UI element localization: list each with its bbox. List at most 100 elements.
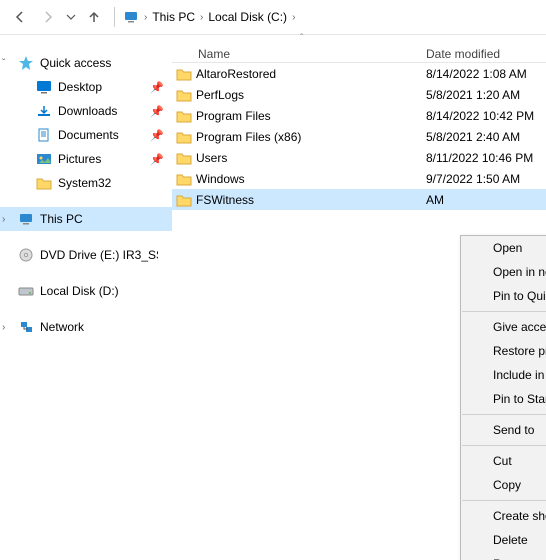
menu-label: Copy [493,478,521,492]
file-date: AM [426,193,444,207]
label: Quick access [40,56,111,70]
menu-item[interactable]: Give access to› [461,315,546,339]
menu-separator [462,445,546,446]
menu-item[interactable]: Include in library› [461,363,546,387]
column-name[interactable]: Name [172,47,426,61]
menu-item[interactable]: Pin to Start [461,387,546,411]
column-header[interactable]: ˆ Name Date modified [172,35,546,63]
menu-label: Pin to Start [493,392,546,406]
folder-icon [36,176,52,190]
label: Network [40,320,84,334]
file-name: PerfLogs [196,88,426,102]
menu-label: Cut [493,454,512,468]
forward-button[interactable] [36,5,60,29]
menu-separator [462,500,546,501]
expand-icon[interactable]: › [2,322,5,333]
label: Desktop [58,80,102,94]
pin-icon: 📌 [150,153,164,166]
table-row[interactable]: FSWitnessAM [172,189,546,210]
menu-item[interactable]: Open [461,236,546,260]
file-name: FSWitness [196,193,426,207]
disc-icon [18,248,34,262]
menu-label: Delete [493,533,528,547]
up-button[interactable] [82,5,106,29]
sidebar-local-disk[interactable]: Local Disk (D:) [0,279,172,303]
folder-icon [172,151,196,165]
sort-indicator-icon: ˆ [300,33,303,44]
menu-item[interactable]: Copy [461,473,546,497]
label: This PC [40,212,83,226]
sidebar-item-desktop[interactable]: Desktop 📌 [0,75,172,99]
menu-item[interactable]: Open in new window [461,260,546,284]
pin-icon: 📌 [150,105,164,118]
file-date: 5/8/2021 1:20 AM [426,88,520,102]
file-date: 8/14/2022 1:08 AM [426,67,527,81]
expand-icon[interactable]: ˇ [2,58,5,69]
label: Downloads [58,104,117,118]
table-row[interactable]: Windows9/7/2022 1:50 AM [172,168,546,189]
file-name: Users [196,151,426,165]
pc-icon [18,212,34,226]
sidebar-dvd-drive[interactable]: DVD Drive (E:) IR3_SSS [0,243,172,267]
column-date[interactable]: Date modified [426,47,500,61]
table-row[interactable]: Users8/11/2022 10:46 PM [172,147,546,168]
separator [114,7,115,27]
label: Documents [58,128,119,142]
desktop-icon [36,80,52,94]
label: Local Disk (D:) [40,284,119,298]
menu-label: Restore previous versions [493,344,546,358]
crumb-this-pc[interactable]: This PC [152,10,195,24]
recent-button[interactable] [64,5,78,29]
pin-icon: 📌 [150,81,164,94]
star-icon [18,55,34,71]
sidebar-item-pictures[interactable]: Pictures 📌 [0,147,172,171]
drive-icon [18,284,34,298]
breadcrumb[interactable]: › This PC › Local Disk (C:) › [123,9,298,25]
menu-item[interactable]: Send to› [461,418,546,442]
menu-item[interactable]: Pin to Quick access [461,284,546,308]
menu-separator [462,311,546,312]
file-date: 8/11/2022 10:46 PM [426,151,533,165]
label: Pictures [58,152,101,166]
file-name: Program Files [196,109,426,123]
file-name: AltaroRestored [196,67,426,81]
chevron-icon: › [197,12,206,23]
sidebar-item-documents[interactable]: Documents 📌 [0,123,172,147]
pin-icon: 📌 [150,129,164,142]
address-bar: › This PC › Local Disk (C:) › [0,0,546,34]
documents-icon [36,128,52,142]
label: System32 [58,176,111,190]
menu-item[interactable]: Rename [461,552,546,560]
folder-icon [172,88,196,102]
menu-label: Include in library [493,368,546,382]
file-date: 5/8/2021 2:40 AM [426,130,520,144]
sidebar-quick-access[interactable]: ˇ Quick access [0,51,172,75]
nav-pane: ˇ Quick access Desktop 📌 Downloads 📌 Doc… [0,35,172,560]
context-menu: OpenOpen in new window Pin to Quick acces… [460,235,546,560]
pictures-icon [36,152,52,166]
crumb-local-disk[interactable]: Local Disk (C:) [208,10,287,24]
menu-label: Pin to Quick access [493,289,546,303]
back-button[interactable] [8,5,32,29]
folder-icon [172,67,196,81]
menu-item[interactable]: Cut [461,449,546,473]
expand-icon[interactable]: › [2,214,5,225]
sidebar-item-downloads[interactable]: Downloads 📌 [0,99,172,123]
menu-label: Give access to [493,320,546,334]
sidebar-network[interactable]: › Network [0,315,172,339]
menu-item[interactable]: Delete [461,528,546,552]
menu-item[interactable]: Create shortcut [461,504,546,528]
table-row[interactable]: PerfLogs5/8/2021 1:20 AM [172,84,546,105]
folder-icon [172,193,196,207]
menu-item[interactable]: Restore previous versions [461,339,546,363]
table-row[interactable]: Program Files8/14/2022 10:42 PM [172,105,546,126]
folder-icon [172,172,196,186]
table-row[interactable]: Program Files (x86)5/8/2021 2:40 AM [172,126,546,147]
menu-separator [462,414,546,415]
network-icon [18,320,34,334]
label: DVD Drive (E:) IR3_SSS [40,248,158,262]
file-name: Program Files (x86) [196,130,426,144]
sidebar-item-system32[interactable]: System32 [0,171,172,195]
sidebar-this-pc[interactable]: › This PC [0,207,172,231]
table-row[interactable]: AltaroRestored8/14/2022 1:08 AM [172,63,546,84]
